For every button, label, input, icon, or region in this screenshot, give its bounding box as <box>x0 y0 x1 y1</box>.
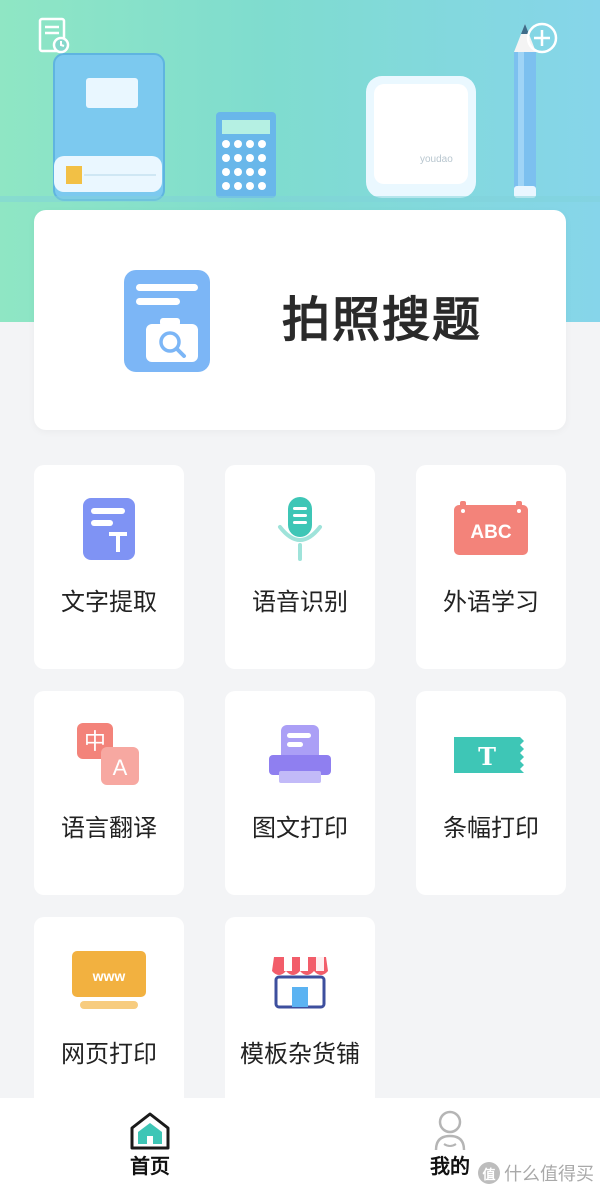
translate-icon: 中 A <box>77 723 139 785</box>
watermark-badge: 值 <box>478 1162 500 1184</box>
template-store-label: 模板杂货铺 <box>240 1040 360 1068</box>
speech-recognition-label: 语音识别 <box>252 588 348 616</box>
language-learning-tile[interactable]: ABC 外语学习 <box>416 465 566 669</box>
watermark: 值 什么值得买 <box>478 1160 594 1186</box>
abc-icon: ABC <box>454 501 528 555</box>
webpage-print-tile[interactable]: www 网页打印 <box>34 917 184 1121</box>
text-extract-label: 文字提取 <box>61 588 157 616</box>
history-icon <box>38 17 70 54</box>
translate-icon-en: A <box>113 755 128 780</box>
banner-print-tile[interactable]: T 条幅打印 <box>416 691 566 895</box>
add-circle-icon <box>526 22 558 54</box>
photo-search-icon <box>124 270 210 372</box>
banner-icon-text: T <box>478 742 496 771</box>
banner-print-label: 条幅打印 <box>443 814 539 842</box>
translate-tile[interactable]: 中 A 语言翻译 <box>34 691 184 895</box>
microphone-icon <box>278 497 322 561</box>
image-text-print-label: 图文打印 <box>252 814 348 842</box>
webpage-icon: www <box>72 951 146 1009</box>
translate-label: 语言翻译 <box>61 814 157 842</box>
banner-icon: T <box>454 737 524 773</box>
photo-search-label: 拍照搜题 <box>282 292 483 348</box>
webpage-icon-text: www <box>92 968 126 984</box>
banner-illustration: youdao <box>0 24 600 202</box>
text-extract-tile[interactable]: 文字提取 <box>34 465 184 669</box>
image-text-print-tile[interactable]: 图文打印 <box>225 691 375 895</box>
photo-search-card[interactable]: 拍照搜题 <box>34 210 566 430</box>
abc-icon-text: ABC <box>470 522 511 543</box>
nav-home-label: 首页 <box>130 1154 170 1178</box>
history-button[interactable] <box>34 16 74 56</box>
template-store-tile[interactable]: 模板杂货铺 <box>225 917 375 1121</box>
nav-home[interactable]: 首页 <box>75 1098 225 1194</box>
language-learning-label: 外语学习 <box>443 588 539 616</box>
printer-icon <box>269 725 331 783</box>
webpage-print-label: 网页打印 <box>61 1040 157 1068</box>
svg-text:youdao: youdao <box>420 154 453 165</box>
watermark-text: 什么值得买 <box>504 1164 594 1185</box>
user-icon <box>434 1110 466 1151</box>
speech-recognition-tile[interactable]: 语音识别 <box>225 465 375 669</box>
home-icon <box>130 1112 170 1150</box>
text-extract-icon <box>83 498 135 560</box>
store-icon <box>272 957 328 1009</box>
add-button[interactable] <box>522 18 562 58</box>
